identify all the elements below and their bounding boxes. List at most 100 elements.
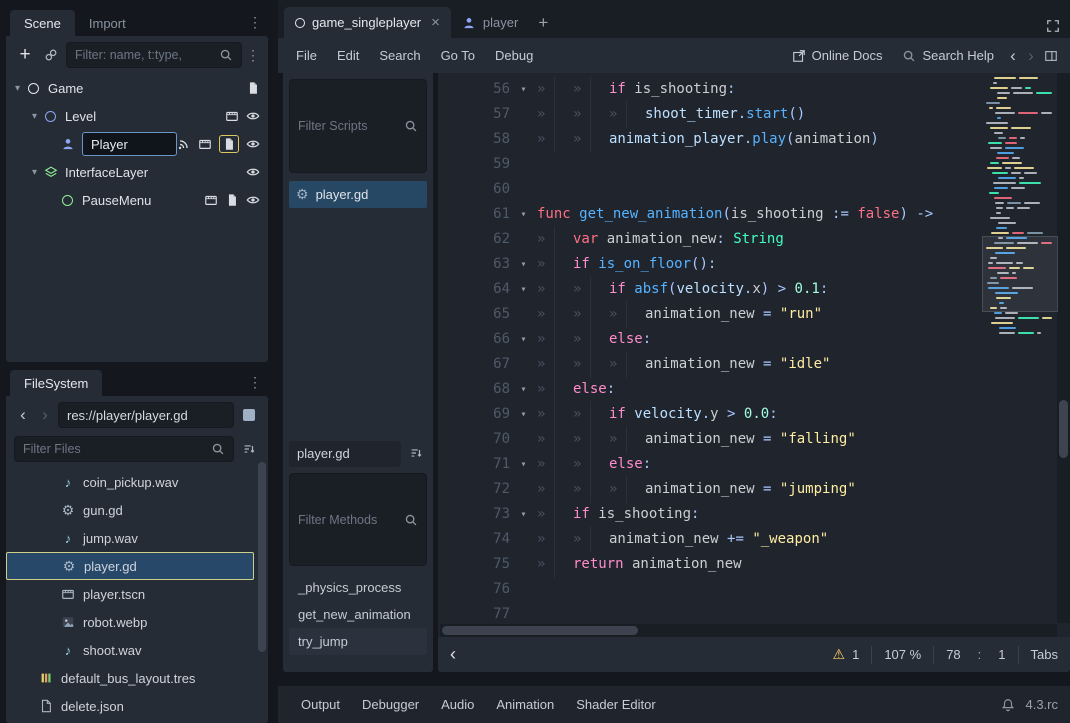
code-hscrollbar[interactable] — [440, 624, 1057, 637]
method-sort-button[interactable] — [405, 441, 427, 465]
menu-go-to[interactable]: Go To — [431, 42, 485, 69]
add-node-button[interactable]: + — [14, 43, 36, 67]
file-item-jump.wav[interactable]: ♪jump.wav — [6, 524, 268, 552]
scene-node-level[interactable]: ▾Level — [6, 102, 268, 130]
file-item-player.gd[interactable]: ⚙player.gd — [6, 552, 254, 580]
history-back-button[interactable]: ‹ — [1004, 46, 1022, 66]
menu-file[interactable]: File — [286, 42, 327, 69]
bottom-panel-output[interactable]: Output — [290, 691, 351, 718]
script-badge[interactable] — [219, 135, 239, 153]
script-tab-game-singleplayer[interactable]: game_singleplayer × — [284, 7, 451, 38]
film-icon[interactable] — [225, 109, 239, 123]
script-icon[interactable] — [246, 81, 260, 95]
code-line[interactable]: 64▾»»if absf(velocity.x) > 0.1: — [438, 277, 1056, 302]
tab-import[interactable]: Import — [75, 10, 140, 36]
fs-path-input[interactable]: res://player/player.gd — [58, 402, 234, 428]
code-line[interactable]: 58»»animation_player.play(animation) — [438, 127, 1056, 152]
scene-filter-input[interactable]: Filter: name, t:type, — [66, 42, 242, 68]
tree-expand-icon[interactable]: ▾ — [27, 167, 42, 178]
code-line[interactable]: 69▾»»if velocity.y > 0.0: — [438, 402, 1056, 427]
fold-icon[interactable]: ▾ — [510, 252, 537, 277]
history-forward-button[interactable]: › — [1022, 46, 1040, 66]
file-item-delete.json[interactable]: delete.json — [6, 692, 268, 720]
film-icon[interactable] — [204, 193, 218, 207]
bottom-panel-shader-editor[interactable]: Shader Editor — [565, 691, 667, 718]
code-line[interactable]: 75»return animation_new — [438, 552, 1056, 577]
fold-icon[interactable]: ▾ — [510, 277, 537, 302]
code-line[interactable]: 62»var animation_new: String — [438, 227, 1056, 252]
eye-icon[interactable] — [246, 165, 260, 179]
file-item-default_bus_layout.tres[interactable]: default_bus_layout.tres — [6, 664, 268, 692]
instantiate-scene-button[interactable] — [40, 43, 62, 67]
menu-debug[interactable]: Debug — [485, 42, 543, 69]
eye-icon[interactable] — [246, 193, 260, 207]
code-line[interactable]: 68▾»else: — [438, 377, 1056, 402]
fold-icon[interactable]: ▾ — [510, 377, 537, 402]
file-item-player.tscn[interactable]: player.tscn — [6, 580, 268, 608]
warnings-indicator[interactable]: ⚠ 1 — [833, 646, 860, 663]
method-item-try_jump[interactable]: try_jump — [289, 628, 427, 655]
fs-split-mode-button[interactable] — [238, 403, 260, 427]
file-item-robot.webp[interactable]: robot.webp — [6, 608, 268, 636]
node-rename-input[interactable]: Player — [82, 132, 177, 156]
new-tab-button[interactable]: + — [529, 7, 557, 38]
fold-icon[interactable]: ▾ — [510, 327, 537, 352]
bottom-panel-audio[interactable]: Audio — [430, 691, 485, 718]
code-line[interactable]: 71▾»»else: — [438, 452, 1056, 477]
code-line[interactable]: 72»»»animation_new = "jumping" — [438, 477, 1056, 502]
toggle-scripts-panel-button[interactable]: ‹ — [450, 644, 474, 665]
script-item-player.gd[interactable]: ⚙player.gd — [289, 181, 427, 208]
method-item-_physics_process[interactable]: _physics_process — [289, 574, 427, 601]
script-tab-player[interactable]: player — [451, 7, 529, 38]
fs-forward-button[interactable]: › — [36, 405, 54, 425]
distraction-free-button[interactable] — [1042, 14, 1064, 38]
file-filter-input[interactable]: Filter Files — [14, 436, 234, 462]
code-line[interactable]: 70»»»animation_new = "falling" — [438, 427, 1056, 452]
code-line[interactable]: 59 — [438, 152, 1056, 177]
tab-scene[interactable]: Scene — [10, 10, 75, 36]
file-item-gun.gd[interactable]: ⚙gun.gd — [6, 496, 268, 524]
filelist-scrollbar-thumb[interactable] — [258, 462, 266, 652]
code-editor[interactable]: 56▾»»if is_shooting:57»»»shoot_timer.sta… — [438, 77, 1056, 623]
fold-icon[interactable]: ▾ — [510, 502, 537, 527]
tree-expand-icon[interactable]: ▾ — [27, 111, 42, 122]
current-script-dropdown[interactable]: player.gd — [289, 441, 401, 467]
fs-back-button[interactable]: ‹ — [14, 405, 32, 425]
fold-icon[interactable]: ▾ — [510, 202, 537, 227]
tree-expand-icon[interactable]: ▾ — [10, 83, 25, 94]
fs-sort-button[interactable] — [238, 437, 260, 461]
indent-mode-indicator[interactable]: Tabs — [1031, 647, 1058, 662]
scene-tree-menu-icon[interactable]: ⋮ — [246, 47, 260, 64]
code-line[interactable]: 73▾»if is_shooting: — [438, 502, 1056, 527]
fold-icon[interactable]: ▾ — [510, 77, 537, 102]
caret-position-indicator[interactable]: 78 : 1 — [946, 647, 1005, 662]
panel-layout-button[interactable] — [1040, 44, 1062, 68]
code-line[interactable]: 57»»»shoot_timer.start() — [438, 102, 1056, 127]
fold-icon[interactable]: ▾ — [510, 452, 537, 477]
code-line[interactable]: 61▾func get_new_animation(is_shooting :=… — [438, 202, 1056, 227]
code-line[interactable]: 67»»»animation_new = "idle" — [438, 352, 1056, 377]
eye-icon[interactable] — [246, 137, 260, 151]
code-line[interactable]: 65»»»animation_new = "run" — [438, 302, 1056, 327]
scene-node-pausemenu[interactable]: PauseMenu — [6, 186, 268, 214]
code-line[interactable]: 63▾»if is_on_floor(): — [438, 252, 1056, 277]
fold-icon[interactable]: ▾ — [510, 402, 537, 427]
filter-methods-input[interactable]: Filter Methods — [289, 473, 427, 567]
script-icon[interactable] — [225, 193, 239, 207]
code-line[interactable]: 74»»animation_new += "_weapon" — [438, 527, 1056, 552]
minimap[interactable] — [984, 76, 1056, 338]
code-vscrollbar[interactable] — [1057, 73, 1070, 623]
vscrollbar-thumb[interactable] — [1059, 400, 1068, 458]
search-help-button[interactable]: Search Help — [892, 48, 1004, 63]
file-item-coin_pickup.wav[interactable]: ♪coin_pickup.wav — [6, 468, 268, 496]
hscrollbar-thumb[interactable] — [442, 626, 638, 635]
close-tab-icon[interactable]: × — [431, 14, 440, 31]
filelist-scrollbar[interactable] — [258, 462, 266, 719]
tab-filesystem[interactable]: FileSystem — [10, 370, 102, 396]
bottom-panel-debugger[interactable]: Debugger — [351, 691, 430, 718]
bottom-panel-animation[interactable]: Animation — [485, 691, 565, 718]
scene-node-interfacelayer[interactable]: ▾InterfaceLayer — [6, 158, 268, 186]
filter-scripts-input[interactable]: Filter Scripts — [289, 79, 427, 173]
code-line[interactable]: 76 — [438, 577, 1056, 602]
scene-node-player[interactable]: Player — [6, 130, 268, 158]
